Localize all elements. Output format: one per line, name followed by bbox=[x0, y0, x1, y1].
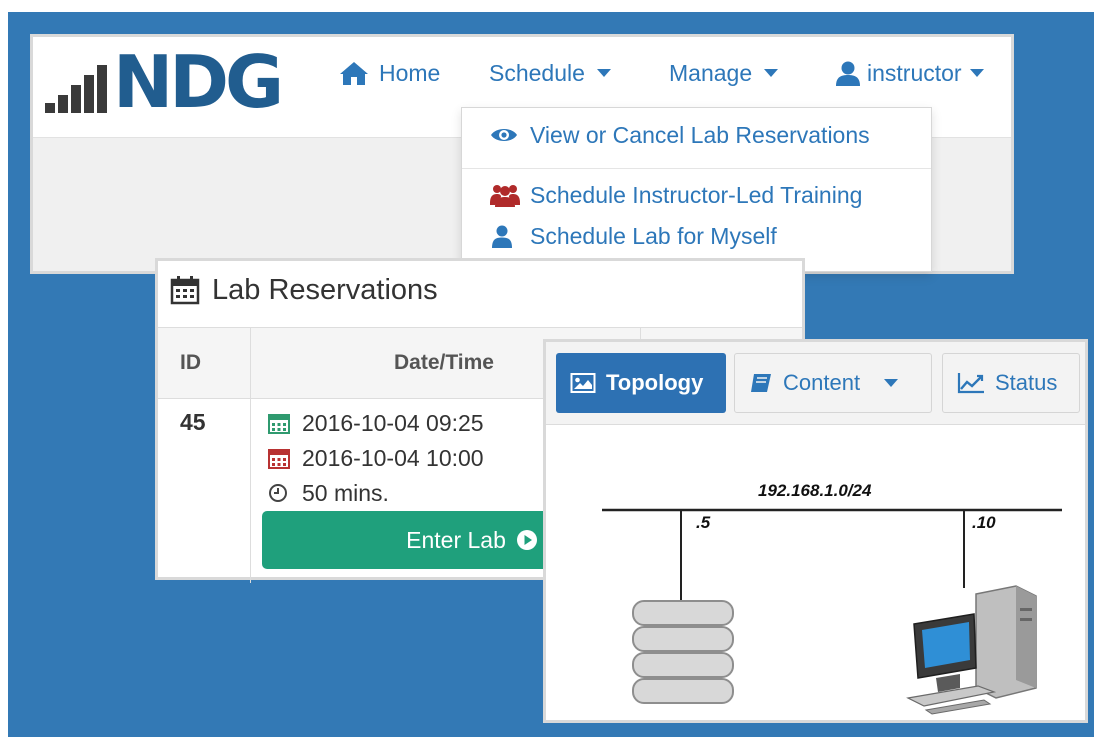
clock-icon bbox=[269, 484, 287, 502]
lab-topology-panel: Topology Content Status 192.168.1.0/24 .… bbox=[543, 339, 1088, 723]
user-icon bbox=[492, 225, 512, 248]
tab-topology-label: Topology bbox=[606, 370, 704, 395]
nav-home[interactable]: Home bbox=[339, 55, 440, 91]
tab-status[interactable]: Status bbox=[942, 353, 1080, 413]
nav-home-label: Home bbox=[379, 59, 441, 86]
reservation-start: 2016-10-04 09:25 bbox=[268, 408, 484, 438]
column-header-datetime[interactable]: Date/Time bbox=[394, 328, 494, 398]
play-circle-icon bbox=[516, 530, 537, 550]
nav-manage-label: Manage bbox=[669, 59, 753, 86]
menu-item-view-cancel-reservations[interactable]: View or Cancel Lab Reservations bbox=[490, 118, 870, 152]
column-header-id[interactable]: ID bbox=[180, 328, 201, 398]
chevron-down-icon bbox=[596, 69, 611, 77]
picture-icon bbox=[570, 373, 596, 393]
reservation-id: 45 bbox=[180, 409, 206, 435]
chevron-down-icon bbox=[764, 69, 779, 77]
panel-heading: Lab Reservations bbox=[170, 267, 438, 313]
menu-item-label: Schedule Instructor-Led Training bbox=[530, 181, 863, 208]
user-icon bbox=[836, 61, 860, 86]
navbar-panel: NDG Home Schedule Manage instructor View… bbox=[30, 34, 1014, 274]
calendar-start-icon bbox=[268, 414, 290, 434]
tab-content-label: Content bbox=[783, 370, 861, 395]
menu-item-label: Schedule Lab for Myself bbox=[530, 222, 777, 249]
end-datetime: 2016-10-04 10:00 bbox=[302, 444, 484, 471]
calendar-icon bbox=[170, 276, 200, 305]
duration: 50 mins. bbox=[302, 479, 389, 506]
menu-item-schedule-lab-myself[interactable]: Schedule Lab for Myself bbox=[490, 219, 777, 253]
nav-schedule-label: Schedule bbox=[489, 59, 585, 86]
menu-item-instructor-led-training[interactable]: Schedule Instructor-Led Training bbox=[490, 178, 862, 212]
tab-topology[interactable]: Topology bbox=[556, 353, 726, 413]
reservation-duration: 50 mins. bbox=[268, 478, 389, 508]
column-divider bbox=[250, 327, 251, 583]
nav-user-label: instructor bbox=[867, 59, 962, 86]
topology-diagram bbox=[602, 508, 1062, 715]
nav-schedule[interactable]: Schedule bbox=[489, 55, 611, 91]
calendar-end-icon bbox=[268, 449, 290, 469]
ndg-logo[interactable]: NDG bbox=[45, 40, 317, 124]
book-icon bbox=[751, 374, 771, 392]
menu-divider bbox=[462, 168, 931, 169]
logo-text: NDG bbox=[113, 40, 284, 124]
home-icon bbox=[340, 62, 368, 85]
logo-bars-icon bbox=[45, 43, 115, 123]
database-server-icon[interactable] bbox=[632, 600, 734, 704]
start-datetime: 2016-10-04 09:25 bbox=[302, 409, 484, 436]
nav-manage[interactable]: Manage bbox=[669, 55, 779, 91]
panel-title: Lab Reservations bbox=[212, 273, 438, 306]
line-chart-icon bbox=[957, 373, 984, 394]
chevron-down-icon bbox=[884, 379, 899, 387]
menu-item-label: View or Cancel Lab Reservations bbox=[530, 121, 870, 148]
nav-user[interactable]: instructor bbox=[835, 55, 984, 91]
reservation-end: 2016-10-04 10:00 bbox=[268, 443, 484, 473]
desktop-computer-icon[interactable] bbox=[906, 585, 1037, 715]
eye-icon bbox=[491, 129, 517, 141]
schedule-dropdown-menu: View or Cancel Lab Reservations Schedule… bbox=[461, 107, 932, 272]
tab-content[interactable]: Content bbox=[734, 353, 932, 413]
tab-status-label: Status bbox=[995, 370, 1058, 395]
chevron-down-icon bbox=[969, 69, 984, 77]
enter-lab-label: Enter Lab bbox=[406, 526, 506, 553]
lab-tabs: Topology Content Status bbox=[546, 342, 1085, 425]
users-icon bbox=[490, 185, 520, 207]
